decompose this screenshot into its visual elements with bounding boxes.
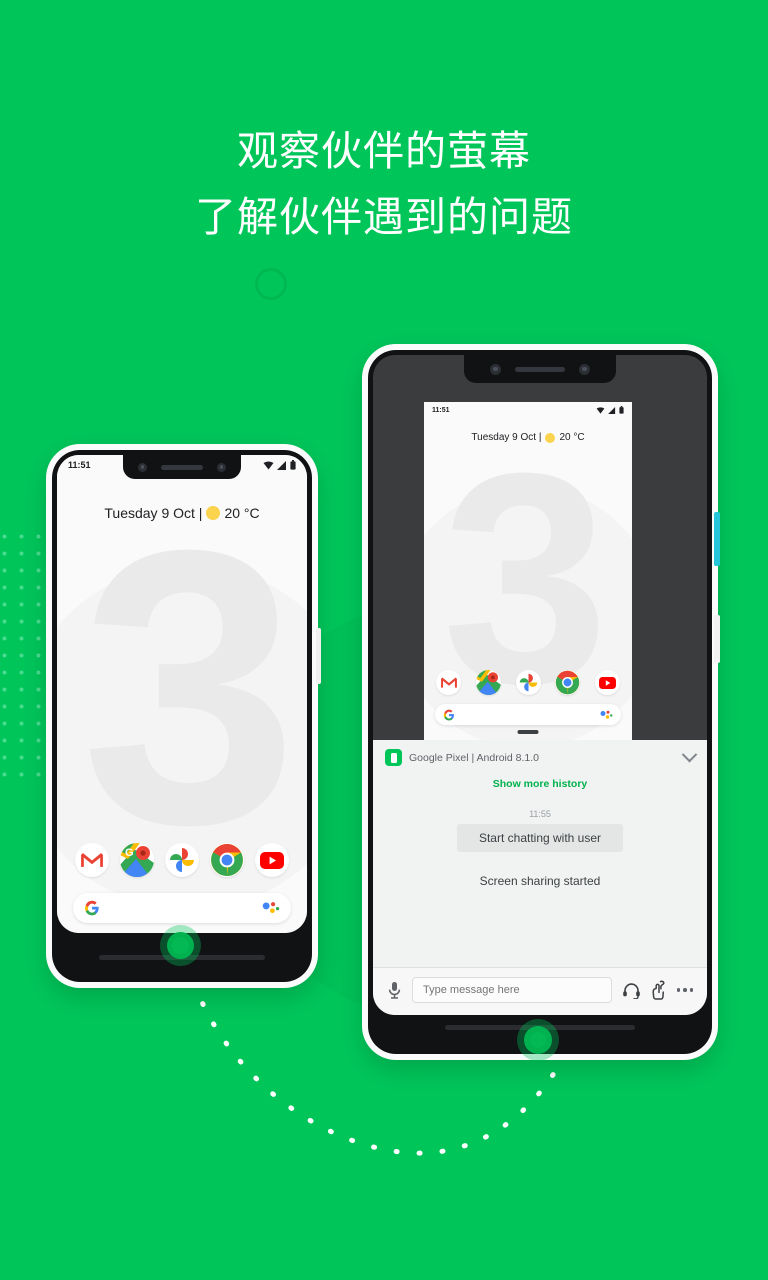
temperature-label: 20 °C (224, 505, 260, 521)
circle-outline-decoration (255, 268, 287, 300)
app-icon-photos[interactable] (515, 670, 541, 695)
sun-icon (545, 432, 556, 443)
signal-icon (608, 406, 616, 414)
app-icon-maps[interactable]: G (120, 843, 154, 877)
google-g-icon (443, 709, 454, 720)
temperature-label: 20 °C (559, 432, 585, 443)
left-phone-bezel: 3 11:51 Tuesday 9 Oct | 20 °C G (52, 450, 312, 982)
headset-icon[interactable] (622, 982, 641, 999)
show-more-history-link[interactable]: Show more history (373, 773, 707, 790)
left-phone-search-bar[interactable] (73, 893, 291, 923)
date-label: Tuesday 9 Oct | (471, 432, 542, 443)
dot-grid-pattern (0, 528, 42, 788)
app-icon-maps[interactable] (475, 670, 501, 695)
phone-icon (385, 749, 402, 766)
front-camera-secondary-icon (579, 363, 590, 375)
battery-icon (290, 460, 296, 470)
svg-text:G: G (125, 847, 134, 859)
left-phone-dock: G (75, 843, 289, 877)
front-camera-icon (490, 363, 501, 375)
chat-panel: Google Pixel | Android 8.1.0 Show more h… (373, 740, 707, 1015)
left-phone-notch (123, 455, 241, 479)
chat-panel-header[interactable]: Google Pixel | Android 8.1.0 (373, 740, 707, 773)
mirrored-home-indicator[interactable] (517, 730, 539, 734)
right-phone-notch (464, 355, 616, 383)
app-icon-photos[interactable] (165, 843, 199, 877)
app-icon-chrome[interactable] (555, 670, 581, 695)
marker-core (172, 937, 189, 954)
assistant-icon (600, 710, 613, 719)
right-phone-device: 3 11:51 Tuesday 9 Oct | 20 °C Google Pix… (362, 344, 718, 1060)
date-label: Tuesday 9 Oct | (104, 505, 203, 521)
microphone-icon[interactable] (387, 981, 402, 999)
connected-device-label: Google Pixel | Android 8.1.0 (409, 751, 539, 764)
page-title: 观察伙伴的萤幕 了解伙伴遇到的问题 (195, 128, 573, 240)
right-phone-volume-button[interactable] (714, 615, 720, 663)
screen-share-marker-right (517, 1019, 559, 1061)
status-icons (263, 460, 296, 470)
app-icon-youtube[interactable] (255, 843, 289, 877)
more-horizontal-icon[interactable] (676, 988, 693, 992)
system-status-message: Screen sharing started (479, 874, 601, 888)
app-icon-gmail[interactable] (436, 670, 461, 695)
pointer-hand-icon[interactable] (651, 980, 667, 1000)
wifi-icon (596, 406, 605, 414)
earpiece-speaker (515, 366, 565, 372)
app-icon-youtube[interactable] (595, 670, 620, 695)
screen-share-marker-left (160, 925, 201, 966)
mirrored-status-bar: 11:51 (424, 406, 632, 414)
mirrored-dock (436, 670, 620, 695)
right-phone-screen[interactable]: 3 11:51 Tuesday 9 Oct | 20 °C Google Pix… (373, 355, 707, 1015)
battery-icon (619, 406, 624, 414)
wallpaper-numeral: 3 (442, 410, 609, 740)
earpiece-speaker (161, 464, 203, 470)
message-timestamp: 11:55 (529, 809, 551, 819)
message-input[interactable] (412, 977, 612, 1003)
assistant-icon (262, 902, 280, 914)
mirrored-remote-screen[interactable]: 3 11:51 Tuesday 9 Oct | 20 °C (424, 402, 632, 740)
message-composer (373, 967, 707, 1015)
promo-screenshot: 观察伙伴的萤幕 了解伙伴遇到的问题 3 11:51 Tuesday 9 Oct … (0, 0, 768, 1280)
left-phone-screen[interactable]: 3 11:51 Tuesday 9 Oct | 20 °C G (57, 455, 307, 933)
wifi-icon (263, 461, 274, 469)
left-phone-date-weather: Tuesday 9 Oct | 20 °C (57, 505, 307, 521)
app-icon-gmail[interactable] (75, 843, 109, 877)
mirrored-search-bar[interactable] (435, 704, 621, 725)
mirrored-date-weather: Tuesday 9 Oct | 20 °C (424, 432, 632, 443)
google-g-icon (85, 900, 99, 916)
app-icon-chrome[interactable] (210, 843, 244, 877)
status-time: 11:51 (68, 460, 91, 470)
sun-icon (206, 506, 221, 520)
front-camera-icon (138, 462, 147, 472)
status-icons (596, 406, 624, 414)
chat-message-bubble[interactable]: Start chatting with user (456, 824, 624, 852)
right-phone-power-button[interactable] (714, 512, 720, 566)
right-phone-bezel: 3 11:51 Tuesday 9 Oct | 20 °C Google Pix… (368, 350, 712, 1054)
left-phone-power-button[interactable] (316, 628, 321, 684)
left-phone-device: 3 11:51 Tuesday 9 Oct | 20 °C G (46, 444, 318, 988)
chevron-down-icon[interactable] (681, 746, 698, 763)
wallpaper-numeral: 3 (81, 469, 298, 905)
front-camera-secondary-icon (217, 462, 226, 472)
signal-icon (277, 460, 286, 470)
marker-core (529, 1031, 547, 1049)
status-time: 11:51 (432, 406, 450, 414)
